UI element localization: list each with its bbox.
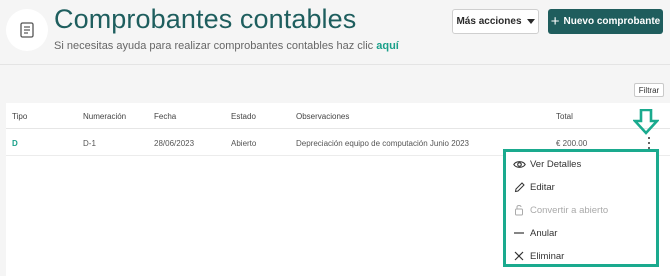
more-actions-label: Más acciones xyxy=(456,16,522,27)
menu-item-label: Anular xyxy=(530,227,558,239)
cell-tipo[interactable]: D xyxy=(12,139,18,148)
column-header-fecha[interactable]: Fecha xyxy=(154,112,176,121)
column-header-total[interactable]: Total xyxy=(556,112,573,121)
page-title: Comprobantes contables xyxy=(54,4,357,34)
row-actions-kebab-icon[interactable] xyxy=(646,136,652,150)
filter-button[interactable]: Filtrar xyxy=(634,83,664,97)
row-actions-menu: Ver Detalles Editar Convertir a abierto … xyxy=(503,149,659,267)
menu-item-delete[interactable]: Eliminar xyxy=(506,246,656,266)
caret-down-icon xyxy=(526,19,535,24)
column-header-observaciones[interactable]: Observaciones xyxy=(296,112,349,121)
eye-icon xyxy=(512,157,526,171)
cell-numeracion: D-1 xyxy=(83,139,96,148)
arrow-down-icon xyxy=(633,109,659,135)
header-divider-line xyxy=(6,128,670,129)
cell-observaciones: Depreciación equipo de computación Junio… xyxy=(296,139,470,148)
document-icon xyxy=(20,22,34,38)
menu-item-label: Convertir a abierto xyxy=(530,204,609,216)
menu-item-edit[interactable]: Editar xyxy=(506,177,656,197)
unlock-icon xyxy=(512,203,526,217)
menu-item-convert-to-open[interactable]: Convertir a abierto xyxy=(506,200,656,220)
cell-total: € 200.00 xyxy=(556,139,588,148)
x-icon xyxy=(512,249,526,263)
column-header-numeracion[interactable]: Numeración xyxy=(83,112,126,121)
header-divider xyxy=(0,64,670,65)
new-voucher-label: Nuevo comprobante xyxy=(563,16,661,27)
help-link[interactable]: aquí xyxy=(376,40,399,52)
plus-icon: + xyxy=(550,12,560,30)
menu-item-cancel[interactable]: Anular xyxy=(506,223,656,243)
document-logo xyxy=(6,9,48,51)
minus-icon xyxy=(512,226,526,240)
cell-estado: Abierto xyxy=(231,139,257,148)
help-text: Si necesitas ayuda para realizar comprob… xyxy=(54,40,399,52)
help-text-label: Si necesitas ayuda para realizar comprob… xyxy=(54,40,374,52)
cell-fecha: 28/06/2023 xyxy=(154,139,195,148)
more-actions-button[interactable]: Más acciones xyxy=(452,9,539,34)
pencil-icon xyxy=(512,180,526,194)
menu-item-label: Editar xyxy=(530,181,555,193)
column-header-tipo[interactable]: Tipo xyxy=(12,112,27,121)
menu-item-view-details[interactable]: Ver Detalles xyxy=(506,154,656,174)
column-header-estado[interactable]: Estado xyxy=(231,112,256,121)
menu-item-label: Eliminar xyxy=(530,250,565,262)
new-voucher-button[interactable]: + Nuevo comprobante xyxy=(548,9,663,34)
menu-item-label: Ver Detalles xyxy=(530,158,582,170)
